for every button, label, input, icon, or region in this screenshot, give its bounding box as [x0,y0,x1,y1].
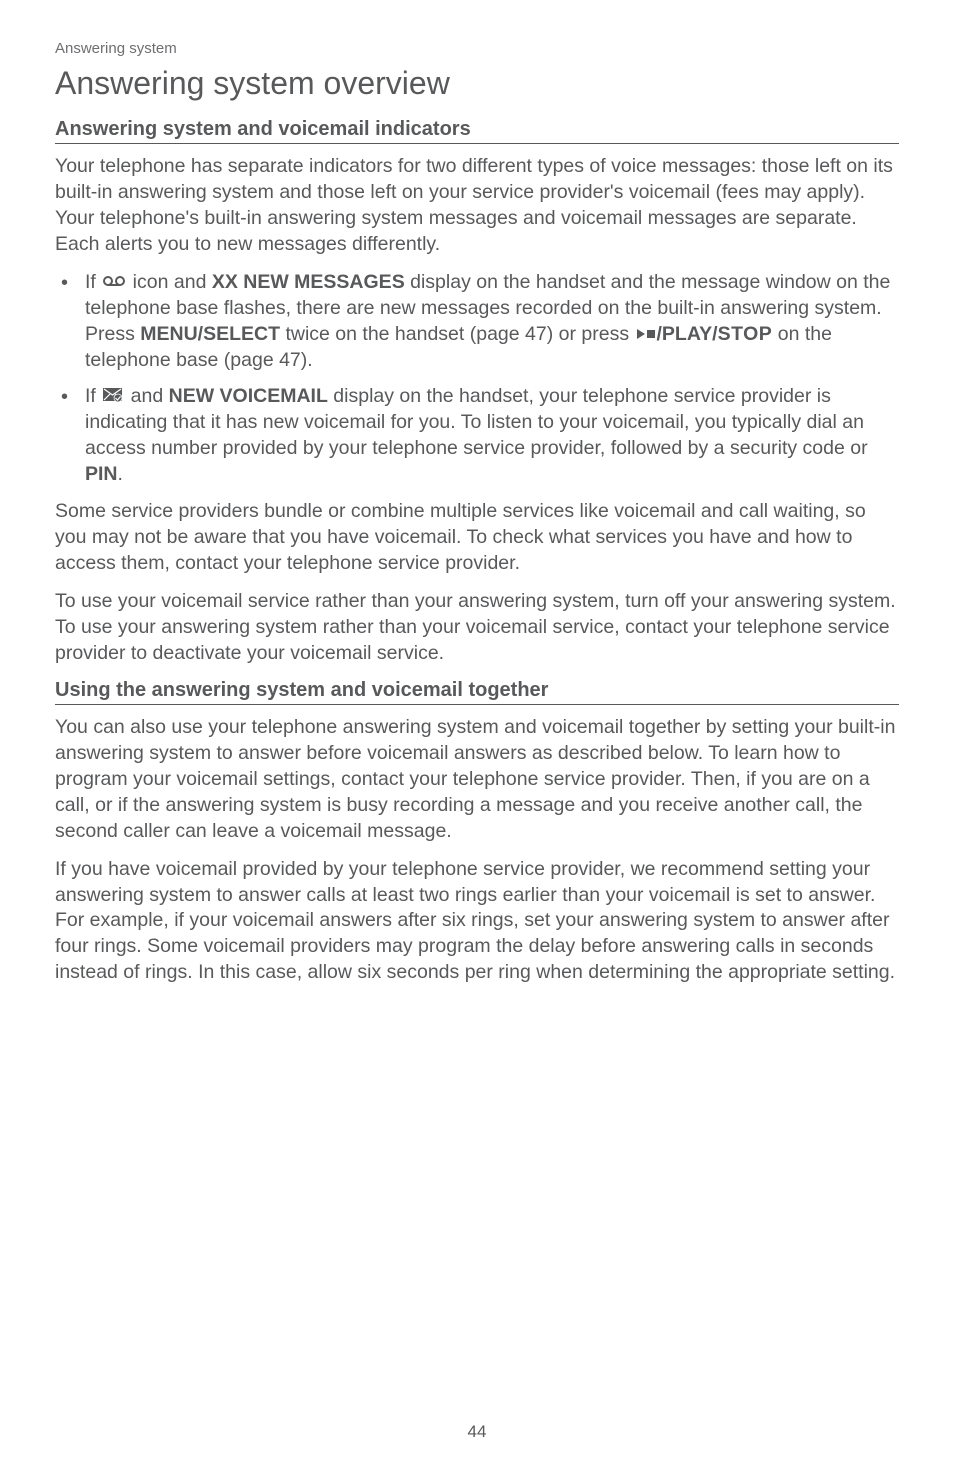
page-title: Answering system overview [55,65,899,102]
bullet2-text1: If [85,385,101,407]
section1-intro: Your telephone has separate indicators f… [55,154,899,258]
section2-para1: You can also use your telephone answerin… [55,715,899,845]
envelope-icon [103,384,123,410]
bullet1-bold2: MENU/SELECT [140,323,280,345]
bullet2-text4: . [118,463,123,485]
tape-icon [103,270,125,296]
breadcrumb: Answering system [55,40,899,57]
bullet2-text2: and [125,385,168,407]
bullet2-bold2: PIN [85,463,118,485]
section2-para2: If you have voicemail provided by your t… [55,857,899,987]
bullet-2: If and NEW VOICEMAIL display on the hand… [55,384,899,488]
section1-para3: To use your voicemail service rather tha… [55,589,899,667]
play-stop-icon [637,322,655,348]
section1-para2: Some service providers bundle or combine… [55,499,899,577]
section2-heading: Using the answering system and voicemail… [55,679,899,705]
page-number: 44 [0,1422,954,1442]
bullet1-text4: twice on the handset (page 47) or press [280,323,634,345]
section1-bullets: If icon and XX NEW MESSAGES display on t… [55,270,899,488]
section1-heading: Answering system and voicemail indicator… [55,118,899,144]
bullet1-text1: If [85,271,101,293]
bullet1-bold1: XX NEW MESSAGES [212,271,405,293]
bullet1-bold3a: /PLAY/ [657,323,718,345]
bullet1-bold3b: STOP [718,323,773,345]
bullet-1: If icon and XX NEW MESSAGES display on t… [55,270,899,374]
bullet2-bold1: NEW VOICEMAIL [169,385,328,407]
bullet1-text2: icon and [127,271,212,293]
